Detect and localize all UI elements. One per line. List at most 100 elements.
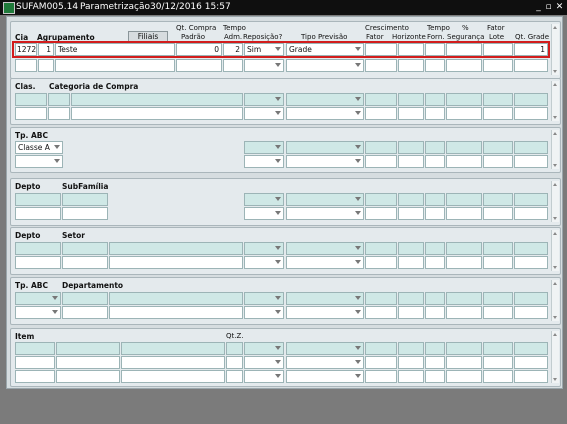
scroll-down-icon[interactable]	[553, 217, 557, 220]
tp-abc-select[interactable]	[15, 292, 61, 305]
tipo-previsao-select[interactable]	[286, 342, 364, 355]
scroll-up-icon[interactable]	[553, 132, 557, 135]
reposicao-select-2[interactable]	[244, 356, 284, 369]
fator-field-2[interactable]	[365, 256, 397, 269]
scrollbar[interactable]	[551, 280, 559, 321]
qt-grade-field-2[interactable]	[514, 356, 548, 369]
agrupamento-nome-field-2[interactable]	[55, 59, 175, 72]
depto-field-2[interactable]	[15, 256, 61, 269]
fator-field[interactable]	[365, 93, 397, 106]
departamento-num-field[interactable]	[62, 292, 108, 305]
fator-lote-field-2[interactable]	[483, 59, 513, 72]
scrollbar[interactable]	[551, 130, 559, 169]
subfamilia-field[interactable]	[62, 193, 108, 206]
qt-compra-field-2[interactable]	[176, 59, 222, 72]
reposicao-select-2[interactable]	[244, 59, 284, 72]
fator-field-2[interactable]	[365, 107, 397, 120]
horizonte-field[interactable]	[398, 292, 424, 305]
reposicao-select-2[interactable]	[244, 155, 284, 168]
fator-lote-field-2[interactable]	[483, 256, 513, 269]
setor-num-field-2[interactable]	[62, 256, 108, 269]
qt-grade-field[interactable]	[514, 141, 548, 154]
clas-field-2[interactable]	[15, 107, 47, 120]
qt-grade-field-2[interactable]	[514, 107, 548, 120]
tipo-previsao-select-2[interactable]	[286, 256, 364, 269]
fator-lote-field[interactable]	[483, 342, 513, 355]
fator-lote-field-2[interactable]	[483, 107, 513, 120]
horizonte-field-2[interactable]	[398, 155, 424, 168]
item-desc-field-3[interactable]	[121, 370, 225, 383]
qt-grade-field[interactable]	[514, 342, 548, 355]
depto-field[interactable]	[15, 242, 61, 255]
setor-num-field[interactable]	[62, 242, 108, 255]
horizonte-field[interactable]	[398, 242, 424, 255]
horizonte-field-2[interactable]	[398, 306, 424, 319]
departamento-nome-field-2[interactable]	[109, 306, 243, 319]
fator-field[interactable]	[365, 193, 397, 206]
reposicao-select-2[interactable]	[244, 306, 284, 319]
item-desc-field[interactable]	[121, 342, 225, 355]
qt-grade-field-2[interactable]	[514, 306, 548, 319]
fator-lote-field[interactable]	[483, 93, 513, 106]
scroll-up-icon[interactable]	[553, 26, 557, 29]
tipo-previsao-select-2[interactable]	[286, 107, 364, 120]
reposicao-select[interactable]	[244, 141, 284, 154]
seguranca-field-2[interactable]	[446, 356, 482, 369]
tipo-previsao-select[interactable]	[286, 93, 364, 106]
categoria-num-field[interactable]	[48, 93, 70, 106]
tipo-previsao-select[interactable]	[286, 193, 364, 206]
scroll-down-icon[interactable]	[553, 316, 557, 319]
tipo-previsao-select-2[interactable]	[286, 356, 364, 369]
scrollbar[interactable]	[551, 230, 559, 271]
scrollbar[interactable]	[551, 181, 559, 222]
tempo-forn-field[interactable]	[425, 292, 445, 305]
scroll-down-icon[interactable]	[553, 378, 557, 381]
scrollbar[interactable]	[551, 331, 559, 383]
fator-lote-field-2[interactable]	[483, 207, 513, 220]
tipo-previsao-select-2[interactable]	[286, 155, 364, 168]
tempo-forn-field-2[interactable]	[425, 207, 445, 220]
minimize-button[interactable]: _	[534, 2, 543, 12]
scroll-down-icon[interactable]	[553, 164, 557, 167]
depto-field[interactable]	[15, 193, 61, 206]
reposicao-select[interactable]	[244, 193, 284, 206]
scroll-up-icon[interactable]	[553, 282, 557, 285]
horizonte-field-2[interactable]	[398, 207, 424, 220]
crescimento-fator-field-2[interactable]	[365, 59, 397, 72]
tipo-previsao-select-2[interactable]	[286, 59, 364, 72]
tp-abc-select-2[interactable]	[15, 155, 63, 168]
tempo-forn-field[interactable]	[425, 342, 445, 355]
horizonte-field[interactable]	[398, 141, 424, 154]
horizonte-field[interactable]	[398, 342, 424, 355]
tempo-forn-field-2[interactable]	[425, 107, 445, 120]
fator-lote-field-2[interactable]	[483, 155, 513, 168]
departamento-num-field-2[interactable]	[62, 306, 108, 319]
seguranca-field-2[interactable]	[446, 207, 482, 220]
scroll-up-icon[interactable]	[553, 333, 557, 336]
reposicao-select-3[interactable]	[244, 370, 284, 383]
scrollbar[interactable]	[551, 24, 559, 75]
fator-lote-field[interactable]	[483, 141, 513, 154]
item-code-field[interactable]	[15, 342, 55, 355]
tempo-forn-field[interactable]	[425, 193, 445, 206]
horizonte-field-2[interactable]	[398, 59, 424, 72]
fator-lote-field[interactable]	[483, 242, 513, 255]
qt-grade-field[interactable]	[514, 292, 548, 305]
scroll-down-icon[interactable]	[553, 266, 557, 269]
fator-field[interactable]	[365, 342, 397, 355]
reposicao-select-2[interactable]	[244, 256, 284, 269]
fator-field-2[interactable]	[365, 207, 397, 220]
depto-field-2[interactable]	[15, 207, 61, 220]
qt-grade-field-2[interactable]	[514, 155, 548, 168]
item-ref-field-2[interactable]	[56, 356, 120, 369]
seguranca-field[interactable]	[446, 141, 482, 154]
seguranca-field[interactable]	[446, 342, 482, 355]
fator-field[interactable]	[365, 292, 397, 305]
seguranca-field[interactable]	[446, 193, 482, 206]
seguranca-field[interactable]	[446, 93, 482, 106]
tempo-forn-field[interactable]	[425, 93, 445, 106]
setor-nome-field-2[interactable]	[109, 256, 243, 269]
maximize-button[interactable]: ▫	[544, 2, 553, 12]
fator-field-2[interactable]	[365, 155, 397, 168]
seguranca-field-2[interactable]	[446, 256, 482, 269]
